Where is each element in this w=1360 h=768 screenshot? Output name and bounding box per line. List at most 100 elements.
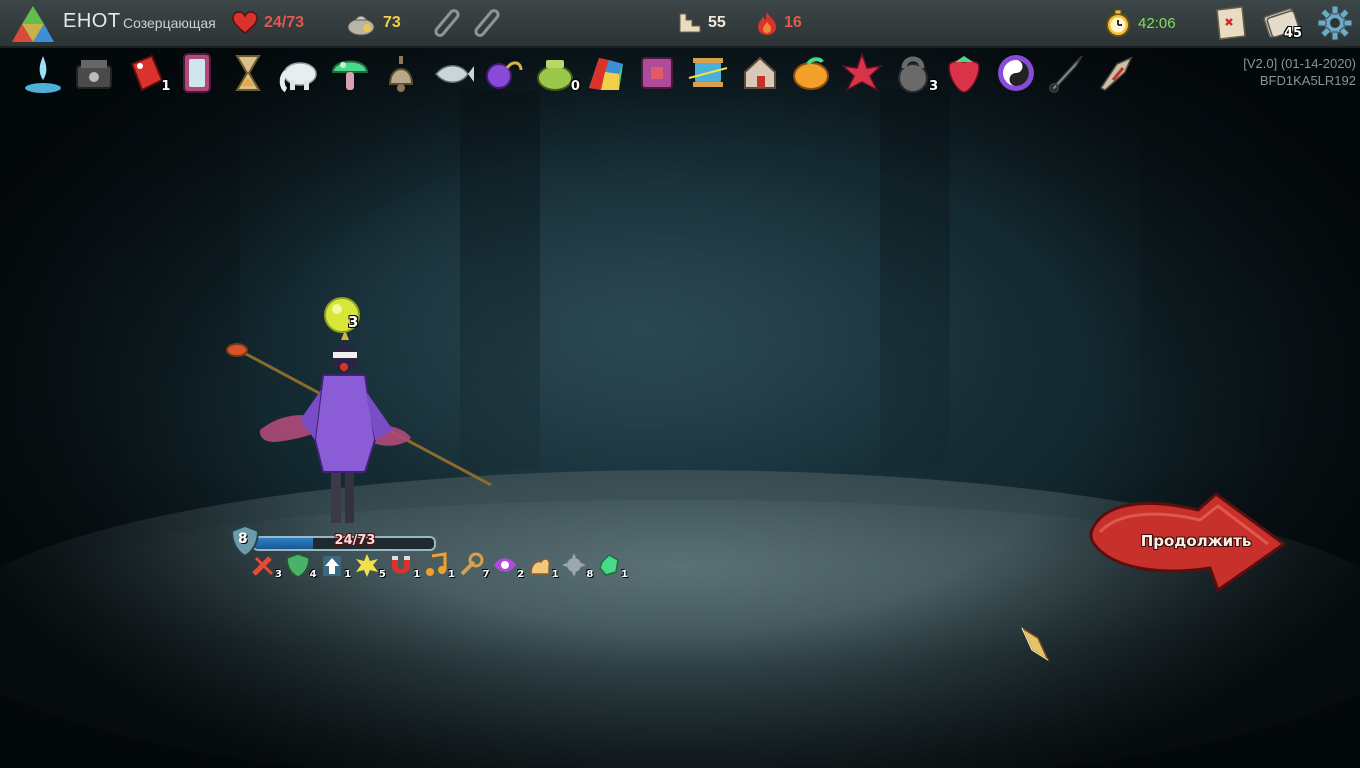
relic-counter: 3 <box>929 79 939 94</box>
power-buff[interactable]: 1 <box>596 552 628 580</box>
music-note-icon <box>425 552 447 576</box>
power-buff[interactable]: 8 <box>561 552 593 580</box>
seed-label: BFD1KA5LR192 <box>1259 73 1356 88</box>
player-title: Созерцающая <box>123 15 216 31</box>
power-stack-count: 1 <box>551 569 559 580</box>
gold-pouch-icon <box>347 15 375 36</box>
eye-icon <box>494 558 517 572</box>
rainbow-prism-icon <box>589 58 624 90</box>
mirror-icon <box>182 53 211 93</box>
strawberry-icon <box>948 56 981 93</box>
heart-icon <box>232 11 258 34</box>
power-buff[interactable]: 2 <box>492 552 524 580</box>
floor-value: 55 <box>708 14 726 31</box>
relic-slot[interactable] <box>1095 50 1141 96</box>
game-scene <box>0 0 1360 768</box>
power-buff[interactable]: 7 <box>458 552 490 580</box>
relic-slot[interactable] <box>685 50 731 96</box>
power-stack-count: 1 <box>448 569 455 580</box>
map-button[interactable] <box>1212 4 1250 42</box>
power-buff[interactable]: 1 <box>527 552 559 580</box>
settings-button[interactable] <box>1316 4 1354 42</box>
top-bar: ЕНОТ Созерцающая 24/73 73 55 16 42:06 45 <box>0 0 1360 48</box>
proceed-label: Продолжить <box>1140 532 1252 550</box>
potion-slot-empty-1[interactable] <box>428 4 466 42</box>
pink-box-icon <box>641 57 674 89</box>
power-stack-count: 8 <box>586 569 594 580</box>
relic-slot[interactable] <box>71 50 117 96</box>
relic-slot[interactable]: 3 <box>890 50 939 96</box>
no-attack-icon <box>252 556 274 576</box>
timer-display: 42:06 <box>1104 8 1176 38</box>
ascension-value: 16 <box>784 14 802 31</box>
hp-value: 24/73 <box>264 14 305 31</box>
green-crystal-icon <box>599 554 619 576</box>
relic-slot[interactable] <box>481 50 527 96</box>
empty-potion-icon <box>474 9 500 37</box>
flame-icon <box>758 12 776 35</box>
stopwatch-icon <box>1106 9 1130 37</box>
fish-icon <box>434 65 474 83</box>
power-buff[interactable]: 1 <box>319 552 351 580</box>
yellow-burst-icon <box>355 554 378 577</box>
empty-potion-icon <box>434 9 460 37</box>
version-label: [V2.0] (01-14-2020) <box>1243 56 1356 71</box>
relic-slot[interactable] <box>20 50 66 96</box>
shuriken-tool-icon <box>1099 56 1133 91</box>
hp-bar-text: 24/73 <box>334 533 376 548</box>
relic-slot[interactable] <box>839 50 885 96</box>
relic-slot[interactable] <box>634 50 680 96</box>
spiky-ball-icon <box>562 553 587 577</box>
gold-value: 73 <box>383 14 401 31</box>
version-info: [V2.0] (01-14-2020) BFD1KA5LR192 <box>1243 55 1356 89</box>
floor-display[interactable]: 55 <box>678 8 726 38</box>
kunai-icon <box>1048 55 1083 93</box>
potion-slot-empty-2[interactable] <box>468 4 506 42</box>
hp-display[interactable]: 24/73 <box>232 8 304 38</box>
relic-slot[interactable] <box>1044 50 1090 96</box>
relic-slot[interactable] <box>327 50 373 96</box>
deck-count: 45 <box>1284 26 1303 41</box>
power-stack-count: 7 <box>482 569 490 580</box>
relic-slot[interactable] <box>276 50 322 96</box>
gold-display[interactable]: 73 <box>345 8 401 38</box>
proceed-button[interactable]: Продолжить <box>1088 492 1288 592</box>
power-buff[interactable]: 1 <box>423 552 455 580</box>
deck-button[interactable]: 45 <box>1262 4 1303 42</box>
relic-slot[interactable] <box>737 50 783 96</box>
power-stack-count: 5 <box>378 569 386 580</box>
relic-slot[interactable] <box>225 50 271 96</box>
power-stack-count: 3 <box>275 569 282 580</box>
flex-arm-icon <box>529 558 550 575</box>
relic-slot[interactable] <box>993 50 1039 96</box>
vignette <box>0 0 1360 768</box>
wrench-icon <box>460 552 484 576</box>
power-buff[interactable]: 5 <box>354 552 386 580</box>
mango-icon <box>792 57 829 90</box>
relic-slot[interactable] <box>788 50 834 96</box>
block-value: 8 <box>238 531 248 547</box>
relic-slot[interactable] <box>583 50 629 96</box>
power-buff[interactable]: 3 <box>250 552 282 580</box>
red-star-icon <box>840 51 884 92</box>
relic-slot[interactable]: 0 <box>532 50 580 96</box>
relic-slot[interactable] <box>174 50 220 96</box>
power-buff[interactable]: 1 <box>388 552 420 580</box>
relic-bar: 1 0 3 <box>20 50 1146 98</box>
relic-slot[interactable]: 1 <box>122 50 170 96</box>
ascension-display[interactable]: 16 <box>756 8 802 38</box>
power-list: 3 4 1 5 1 1 7 2 1 8 1 <box>250 552 631 580</box>
cauldron-box-icon <box>76 60 113 89</box>
power-buff[interactable]: 4 <box>285 552 317 580</box>
relic-slot[interactable] <box>378 50 424 96</box>
power-stack-count: 1 <box>413 569 421 580</box>
timer-value: 42:06 <box>1138 14 1176 32</box>
house-icon <box>743 56 776 89</box>
relic-slot[interactable] <box>430 50 476 96</box>
green-mushroom-icon <box>332 60 369 90</box>
power-stack-count: 1 <box>344 569 352 580</box>
magnet-icon <box>392 556 411 574</box>
relic-slot[interactable] <box>941 50 987 96</box>
white-elephant-icon <box>279 62 317 93</box>
power-stack-count: 2 <box>517 569 525 580</box>
